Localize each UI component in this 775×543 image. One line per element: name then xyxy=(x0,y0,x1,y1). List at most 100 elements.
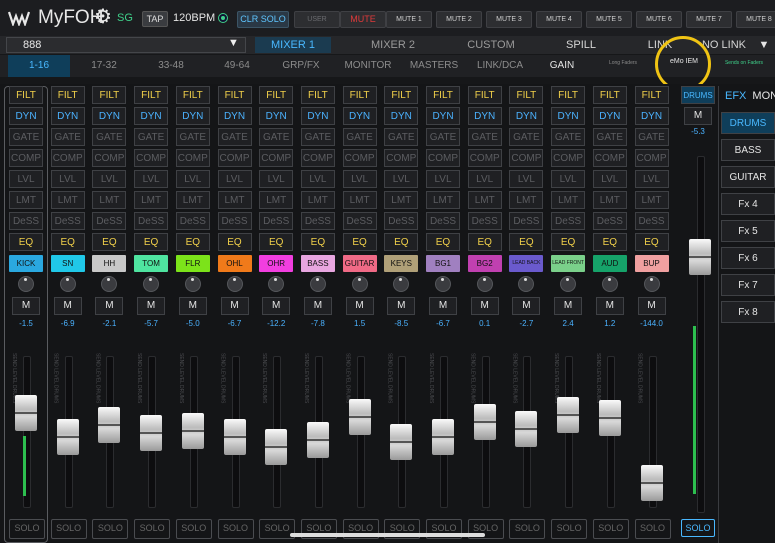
bank-monitor[interactable]: MONITOR xyxy=(336,55,400,77)
gate-button[interactable]: GATE xyxy=(9,128,43,146)
mute-group-8-button[interactable]: MUTE 8 xyxy=(736,11,775,28)
eq-button[interactable]: EQ xyxy=(134,233,169,251)
mute-button[interactable]: M xyxy=(53,297,82,315)
mute-button[interactable]: M xyxy=(595,297,624,315)
mute-group-3-button[interactable]: MUTE 3 xyxy=(486,11,532,28)
long-faders-toggle[interactable]: Long Faders xyxy=(598,56,648,76)
lvl-button[interactable]: LVL xyxy=(634,170,669,188)
tab-spill[interactable]: SPILL xyxy=(543,37,619,53)
link-dropdown-arrow-icon[interactable]: ▼ xyxy=(756,37,772,53)
eq-button[interactable]: EQ xyxy=(592,233,627,251)
gate-button[interactable]: GATE xyxy=(384,128,419,146)
channel-name[interactable]: KICK xyxy=(9,255,43,272)
channel-name[interactable]: OHL xyxy=(217,255,252,272)
bank-17-32[interactable]: 17-32 xyxy=(73,55,135,77)
dyn-button[interactable]: DYN xyxy=(300,107,335,125)
pan-knob-icon[interactable] xyxy=(143,276,160,292)
fader-cap[interactable] xyxy=(598,400,621,436)
filt-button[interactable]: FILT xyxy=(384,86,419,104)
sends-on-faders-toggle[interactable]: Sends on Faders xyxy=(718,56,770,76)
mon-tab[interactable]: MON xyxy=(752,90,775,102)
dyn-button[interactable]: DYN xyxy=(342,107,377,125)
pan-knob-icon[interactable] xyxy=(184,276,201,292)
lmt-button[interactable]: LMT xyxy=(217,191,252,209)
efx-item-fx-7[interactable]: Fx 7 xyxy=(721,274,775,296)
lvl-button[interactable]: LVL xyxy=(342,170,377,188)
comp-button[interactable]: COMP xyxy=(551,149,586,167)
filt-button[interactable]: FILT xyxy=(9,86,43,104)
lmt-button[interactable]: LMT xyxy=(426,191,460,209)
pan-knob-icon[interactable] xyxy=(59,276,76,292)
channel-name[interactable]: KEYS xyxy=(384,255,419,272)
filt-button[interactable]: FILT xyxy=(300,86,335,104)
gear-icon[interactable]: ⚙ xyxy=(94,7,112,27)
solo-button[interactable]: SOLO xyxy=(50,519,87,539)
comp-button[interactable]: COMP xyxy=(384,149,419,167)
pan-knob-icon[interactable] xyxy=(601,276,618,292)
eq-button[interactable]: EQ xyxy=(384,233,419,251)
gate-button[interactable]: GATE xyxy=(50,128,85,146)
comp-button[interactable]: COMP xyxy=(175,149,210,167)
solo-button[interactable]: SOLO xyxy=(592,519,629,539)
pan-knob-icon[interactable] xyxy=(268,276,285,292)
eq-button[interactable]: EQ xyxy=(92,233,127,251)
channel-name[interactable]: GUITAR xyxy=(342,255,377,272)
eq-button[interactable]: EQ xyxy=(509,233,544,251)
lvl-button[interactable]: LVL xyxy=(426,170,460,188)
channel-name[interactable]: BG1 xyxy=(426,255,460,272)
pan-knob-icon[interactable] xyxy=(643,276,660,292)
dyn-button[interactable]: DYN xyxy=(259,107,294,125)
mute-group-5-button[interactable]: MUTE 5 xyxy=(586,11,632,28)
pan-knob-icon[interactable] xyxy=(309,276,326,292)
fader-zone[interactable]: SEND LEVEL DRUMS xyxy=(343,351,377,516)
lmt-button[interactable]: LMT xyxy=(634,191,669,209)
fader-cap[interactable] xyxy=(390,424,413,460)
lvl-button[interactable]: LVL xyxy=(551,170,586,188)
channel-name[interactable]: OHR xyxy=(259,255,294,272)
solo-button[interactable]: SOLO xyxy=(509,519,546,539)
dess-button[interactable]: DeSS xyxy=(9,212,43,230)
fader-cap[interactable] xyxy=(515,411,538,447)
sg-indicator[interactable]: SG xyxy=(117,12,133,24)
lvl-button[interactable]: LVL xyxy=(134,170,169,188)
lvl-button[interactable]: LVL xyxy=(175,170,210,188)
dyn-button[interactable]: DYN xyxy=(592,107,627,125)
comp-button[interactable]: COMP xyxy=(259,149,294,167)
lmt-button[interactable]: LMT xyxy=(175,191,210,209)
session-dropdown-arrow-icon[interactable]: ▼ xyxy=(228,37,239,49)
dyn-button[interactable]: DYN xyxy=(134,107,169,125)
dyn-button[interactable]: DYN xyxy=(92,107,127,125)
efx-item-drums[interactable]: DRUMS xyxy=(721,112,775,134)
mute-button[interactable]: M xyxy=(429,297,457,315)
mute-group-4-button[interactable]: MUTE 4 xyxy=(536,11,582,28)
bank-33-48[interactable]: 33-48 xyxy=(140,55,202,77)
master-fader-zone[interactable] xyxy=(683,156,717,516)
comp-button[interactable]: COMP xyxy=(634,149,669,167)
pan-knob-icon[interactable] xyxy=(101,276,118,292)
dess-button[interactable]: DeSS xyxy=(551,212,586,230)
comp-button[interactable]: COMP xyxy=(342,149,377,167)
gate-button[interactable]: GATE xyxy=(592,128,627,146)
fader-zone[interactable]: SEND LEVEL DRUMS xyxy=(509,351,543,516)
solo-button[interactable]: SOLO xyxy=(9,519,45,539)
channel-name[interactable]: FLR xyxy=(175,255,210,272)
gain-button[interactable]: GAIN xyxy=(532,55,592,77)
dyn-button[interactable]: DYN xyxy=(634,107,669,125)
eq-button[interactable]: EQ xyxy=(50,233,85,251)
dyn-button[interactable]: DYN xyxy=(467,107,502,125)
lvl-button[interactable]: LVL xyxy=(300,170,335,188)
dess-button[interactable]: DeSS xyxy=(134,212,169,230)
filt-button[interactable]: FILT xyxy=(134,86,169,104)
pan-knob-icon[interactable] xyxy=(226,276,243,292)
fader-cap[interactable] xyxy=(56,419,79,455)
dess-button[interactable]: DeSS xyxy=(426,212,460,230)
gate-button[interactable]: GATE xyxy=(426,128,460,146)
solo-button[interactable]: SOLO xyxy=(134,519,171,539)
dyn-button[interactable]: DYN xyxy=(217,107,252,125)
lvl-button[interactable]: LVL xyxy=(592,170,627,188)
dyn-button[interactable]: DYN xyxy=(9,107,43,125)
solo-button[interactable]: SOLO xyxy=(217,519,254,539)
efx-item-fx-6[interactable]: Fx 6 xyxy=(721,247,775,269)
tab-mixer-2[interactable]: MIXER 2 xyxy=(355,37,431,53)
mute-button[interactable]: M xyxy=(220,297,249,315)
